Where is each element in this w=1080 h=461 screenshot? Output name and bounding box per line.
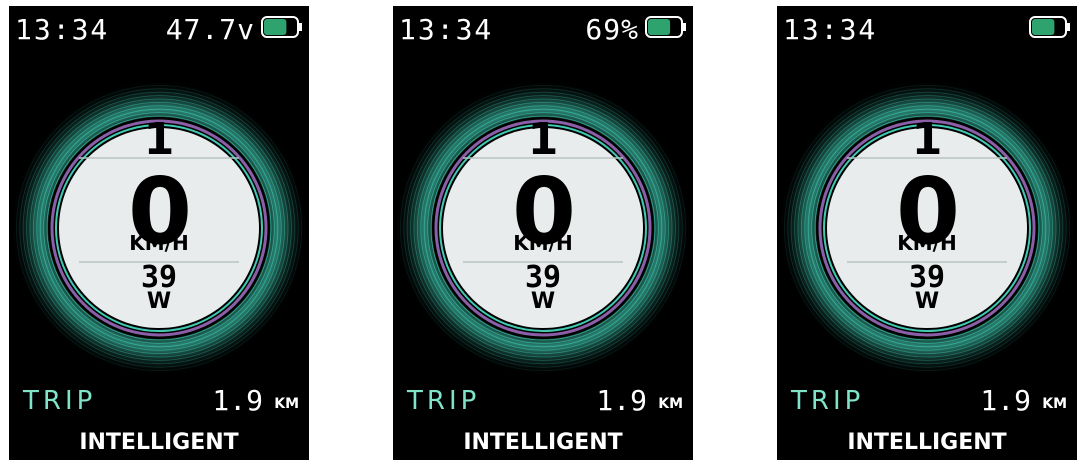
trip-label: TRIP: [791, 386, 865, 416]
gear-level: 1: [143, 114, 175, 165]
assist-mode: INTELLIGENT: [463, 430, 623, 455]
trip-unit: KM: [274, 396, 299, 412]
trip-unit: KM: [658, 396, 683, 412]
trip-distance: 1.9: [212, 384, 263, 417]
trip-unit: KM: [1042, 396, 1067, 412]
power-value: 39: [524, 260, 562, 295]
speed-unit: KM/H: [513, 231, 573, 255]
clock-time: 13:34: [783, 13, 878, 46]
power-unit: W: [530, 289, 556, 314]
trip-label: TRIP: [23, 386, 97, 416]
battery-icon: [1029, 16, 1070, 38]
gear-level: 1: [527, 114, 559, 165]
battery-icon: [645, 16, 686, 38]
power-unit: W: [146, 289, 172, 314]
power-unit: W: [914, 289, 940, 314]
trip-label: TRIP: [407, 386, 481, 416]
battery-icon: [261, 16, 302, 38]
battery-percent: 69%: [585, 13, 639, 46]
trip-distance: 1.9: [596, 384, 647, 417]
power-value: 39: [908, 260, 946, 295]
assist-mode: INTELLIGENT: [847, 430, 1007, 455]
clock-time: 13:34: [399, 13, 494, 46]
assist-mode: INTELLIGENT: [79, 430, 239, 455]
clock-time: 13:34: [15, 13, 110, 46]
speed-unit: KM/H: [129, 231, 189, 255]
battery-voltage: 47.7v: [165, 13, 255, 46]
display-screen-percent: 13:34 69% 1 0 KM/H 39 W TRIP 1.9 KM INTE…: [393, 6, 693, 460]
display-screen-icon-only: 13:34 1 0 KM/H 39 W TRIP 1.9 KM INTELLIG…: [777, 6, 1077, 460]
power-value: 39: [140, 260, 178, 295]
display-screen-voltage: 13:34 47.7v 1 0 KM/H 39 W TRIP 1.9 KM IN…: [9, 6, 309, 460]
trip-distance: 1.9: [980, 384, 1031, 417]
gear-level: 1: [911, 114, 943, 165]
speed-unit: KM/H: [897, 231, 957, 255]
